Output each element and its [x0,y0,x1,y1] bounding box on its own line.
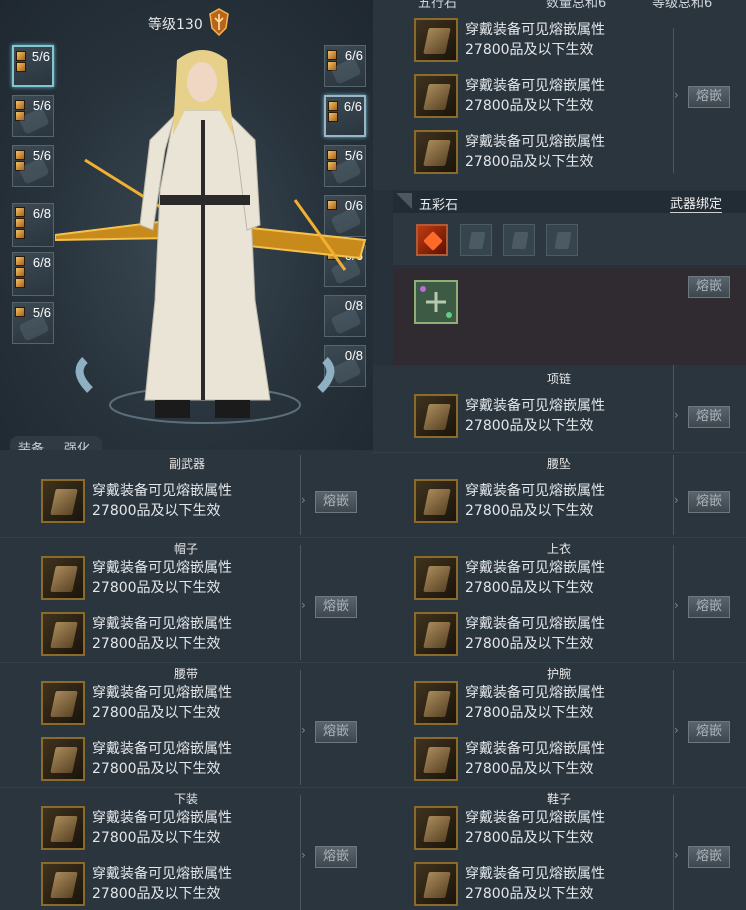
chevron-right-icon: › [674,408,679,422]
quantity-total: 数量总和6 [546,0,607,11]
five-color-stone-title: 五彩石 [419,198,459,213]
row-desc: 穿戴装备可见熔嵌属性 27800品及以下生效 [92,866,232,902]
row-desc: 穿戴装备可见熔嵌属性 27800品及以下生效 [465,810,605,846]
slot-count: 5/6 [32,98,51,113]
row-desc: 穿戴装备可见熔嵌属性 27800品及以下生效 [465,483,605,519]
section-title-waist-pendant: 腰坠 [547,457,572,471]
chevron-right-icon: › [301,723,306,737]
inlay-button[interactable]: 熔嵌 [315,846,357,868]
slot-count: 6/8 [32,206,51,221]
section-title-coat: 上衣 [547,542,572,556]
stone-slot[interactable] [41,556,85,600]
row-desc: 穿戴装备可见熔嵌属性 27800品及以下生效 [465,134,605,170]
slot-count: 5/6 [32,305,51,320]
tab-enhance[interactable]: 强化 [64,438,90,450]
row-desc: 穿戴装备可见熔嵌属性 27800品及以下生效 [465,685,605,721]
stone-slot[interactable] [41,612,85,656]
equip-slot-left-2[interactable]: 5/6 [12,95,54,137]
row-desc: 穿戴装备可见熔嵌属性 27800品及以下生效 [465,78,605,114]
stone-slot[interactable] [414,74,458,118]
inlay-button[interactable]: 熔嵌 [315,721,357,743]
row-desc: 穿戴装备可见熔嵌属性 27800品及以下生效 [92,810,232,846]
stone-slot[interactable] [414,394,458,438]
stone-slot[interactable] [414,556,458,600]
chevron-right-icon: › [301,493,306,507]
inlay-button[interactable]: 熔嵌 [315,491,357,513]
section-title-bracer: 护腕 [547,667,572,681]
chevron-right-icon: › [674,88,679,102]
row-desc: 穿戴装备可见熔嵌属性 27800品及以下生效 [92,741,232,777]
slot-count: 5/6 [32,148,51,163]
stone-slot[interactable] [41,479,85,523]
inlay-button[interactable]: 熔嵌 [688,276,730,298]
level-emblem-icon [209,8,229,36]
five-element-title: 五行石 [418,0,458,11]
stone-slot[interactable] [41,681,85,725]
stone-slot[interactable] [41,806,85,850]
stone-slot[interactable] [414,862,458,906]
chevron-right-icon: › [674,598,679,612]
stone-slot[interactable] [414,130,458,174]
stone-slot[interactable] [414,681,458,725]
chevron-right-icon: › [674,723,679,737]
section-title-necklace: 项链 [547,372,572,386]
section-title-shoes: 鞋子 [547,792,572,806]
chevron-right-icon: › [301,848,306,862]
section-title-secondary-weapon: 副武器 [169,457,206,471]
stone-slot[interactable] [414,612,458,656]
row-desc: 穿戴装备可见熔嵌属性 27800品及以下生效 [465,398,605,434]
empty-stone-slot[interactable] [546,224,578,256]
equip-slot-left-4[interactable]: 6/8 [12,203,54,247]
stone-slot[interactable] [414,737,458,781]
row-desc: 穿戴装备可见熔嵌属性 27800品及以下生效 [92,483,232,519]
chevron-right-icon: › [674,848,679,862]
section-title-pants: 下装 [174,792,199,806]
section-title-belt: 腰带 [174,667,199,681]
stone-slot[interactable] [414,18,458,62]
inlay-button[interactable]: 熔嵌 [688,406,730,428]
row-desc: 穿戴装备可见熔嵌属性 27800品及以下生效 [92,685,232,721]
inlay-button[interactable]: 熔嵌 [688,846,730,868]
inlay-button[interactable]: 熔嵌 [688,86,730,108]
row-desc: 穿戴装备可见熔嵌属性 27800品及以下生效 [92,560,232,596]
section-title-hat: 帽子 [174,542,199,556]
weapon-bind-link[interactable]: 武器绑定 [670,193,723,213]
equip-slot-left-6[interactable]: 5/6 [12,302,54,344]
empty-stone-slot[interactable] [503,224,535,256]
row-desc: 穿戴装备可见熔嵌属性 27800品及以下生效 [465,866,605,902]
equip-slot-left-1[interactable]: 5/6 [12,45,54,87]
level-total: 等级总和6 [652,0,713,11]
slot-count: 6/8 [32,255,51,270]
tab-bar: 装备 强化 [10,436,102,450]
row-desc: 穿戴装备可见熔嵌属性 27800品及以下生效 [465,22,605,58]
stone-slot[interactable] [41,862,85,906]
chevron-right-icon: › [301,598,306,612]
equip-slot-left-5[interactable]: 6/8 [12,252,54,296]
inlay-button[interactable]: 熔嵌 [688,596,730,618]
inlay-button[interactable]: 熔嵌 [688,491,730,513]
row-desc: 穿戴装备可见熔嵌属性 27800品及以下生效 [92,616,232,652]
inlay-button[interactable]: 熔嵌 [315,596,357,618]
stone-slot[interactable] [41,737,85,781]
character-model[interactable] [55,40,370,430]
chevron-right-icon: › [674,493,679,507]
row-desc: 穿戴装备可见熔嵌属性 27800品及以下生效 [465,616,605,652]
empty-stone-slot[interactable] [460,224,492,256]
add-stone-slot[interactable] [414,280,458,324]
level-label: 等级130 [148,17,203,33]
triangle-marker-icon [396,193,412,209]
row-desc: 穿戴装备可见熔嵌属性 27800品及以下生效 [465,560,605,596]
equip-slot-left-3[interactable]: 5/6 [12,145,54,187]
row-desc: 穿戴装备可见熔嵌属性 27800品及以下生效 [465,741,605,777]
tab-equipment[interactable]: 装备 [18,438,44,450]
character-panel: 等级130 5/6 5/6 5/6 6/8 6/8 5/6 6/6 6/6 5/… [0,0,373,450]
slot-count: 5/6 [31,49,50,64]
inlay-button[interactable]: 熔嵌 [688,721,730,743]
red-crystal-icon[interactable] [416,224,448,256]
stone-slot[interactable] [414,479,458,523]
stone-slot[interactable] [414,806,458,850]
plus-icon [420,286,452,318]
